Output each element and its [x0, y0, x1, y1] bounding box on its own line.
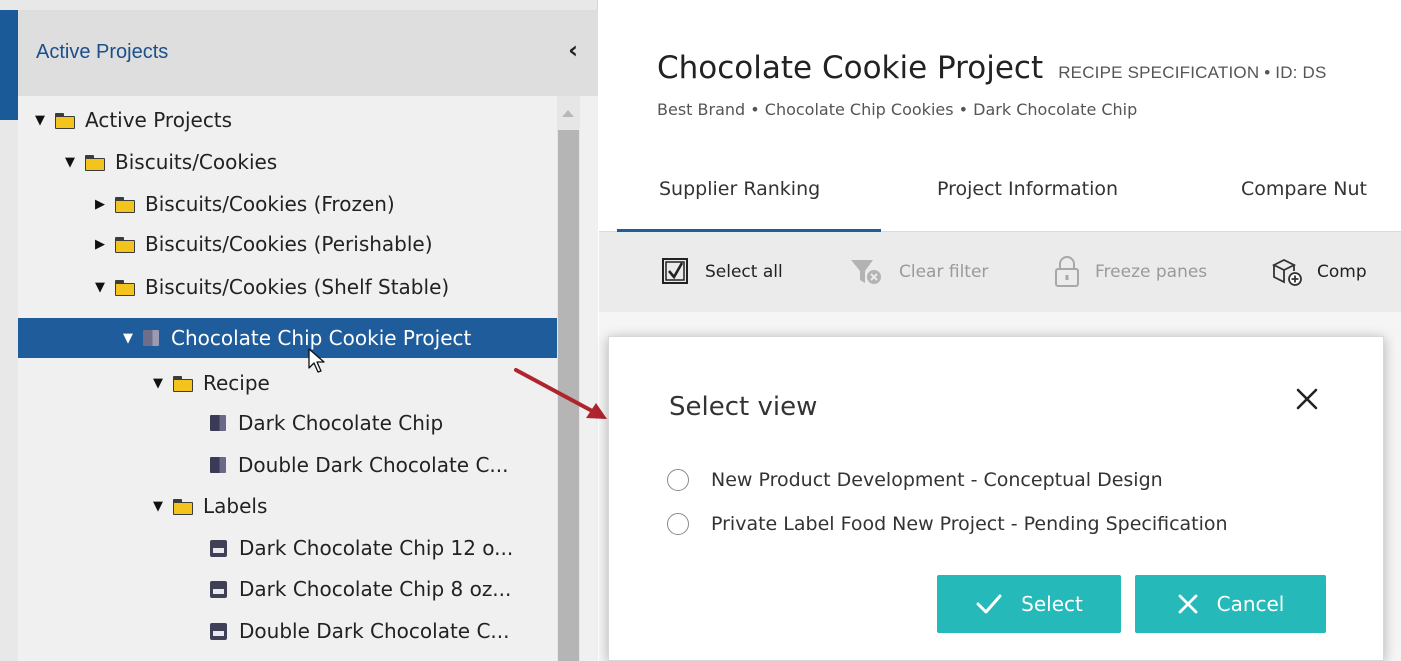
tree-node-label-8oz[interactable]: Dark Chocolate Chip 8 oz...: [210, 569, 511, 609]
tree-node-chocolate-chip-cookie-project[interactable]: ▼ Chocolate Chip Cookie Project: [18, 318, 557, 358]
radio-button[interactable]: [667, 469, 689, 491]
tree-node-label-12oz[interactable]: Dark Chocolate Chip 12 o...: [210, 528, 513, 568]
annotation-arrow-icon: [514, 368, 607, 419]
close-icon[interactable]: [1289, 381, 1325, 417]
tab-label: Compare Nut: [1241, 178, 1367, 200]
caret-down-icon[interactable]: ▼: [120, 330, 136, 346]
title-row: Chocolate Cookie Project RECIPE SPECIFIC…: [657, 50, 1327, 86]
label-icon: [210, 539, 227, 557]
tree-node-label: Double Dark Chocolate C...: [238, 453, 509, 477]
scroll-up-arrow-icon[interactable]: [562, 110, 574, 117]
select-all-label: Select all: [705, 262, 783, 282]
cancel-button-label: Cancel: [1216, 592, 1285, 616]
tree-node-label: Dark Chocolate Chip: [238, 411, 444, 435]
tree-node-label: Active Projects: [85, 108, 233, 132]
mouse-pointer-icon: [308, 348, 325, 373]
tab-label: Supplier Ranking: [659, 178, 821, 200]
tab-compare-nutrition[interactable]: Compare Nut: [1241, 168, 1367, 232]
folder-icon: [173, 375, 193, 392]
project-cube-icon: [143, 330, 159, 346]
caret-right-icon[interactable]: ▶: [92, 236, 108, 252]
radio-button[interactable]: [667, 513, 689, 535]
cancel-button[interactable]: Cancel: [1135, 575, 1326, 633]
checkbox-checked-icon: [662, 258, 688, 284]
clear-filter-icon: [851, 260, 881, 284]
select-button[interactable]: Select: [937, 575, 1121, 633]
folder-icon: [173, 498, 193, 515]
tree-node-label: Biscuits/Cookies (Perishable): [145, 232, 433, 256]
select-all-button[interactable]: Select all: [659, 256, 783, 288]
view-option-npd[interactable]: New Product Development - Conceptual Des…: [667, 469, 1163, 491]
view-option-private-label[interactable]: Private Label Food New Project - Pending…: [667, 513, 1228, 535]
folder-icon: [85, 154, 105, 171]
caret-down-icon[interactable]: ▼: [92, 279, 108, 295]
sidebar-header: Active Projects ‹: [18, 10, 598, 96]
tree-node-biscuits-frozen[interactable]: ▶ Biscuits/Cookies (Frozen): [92, 184, 395, 224]
toolbar: Select all Clear filter Freeze panes Com…: [599, 232, 1401, 312]
tree-node-label: Double Dark Chocolate C...: [239, 619, 510, 643]
tree-node-labels[interactable]: ▼ Labels: [150, 486, 267, 526]
select-button-label: Select: [1021, 592, 1083, 616]
tree-node-label: Biscuits/Cookies: [115, 150, 278, 174]
label-icon: [210, 622, 227, 640]
compare-boxes-icon: [1271, 258, 1302, 286]
compare-button[interactable]: Comp: [1271, 256, 1367, 288]
view-option-label: New Product Development - Conceptual Des…: [711, 469, 1163, 491]
freeze-panes-label: Freeze panes: [1095, 262, 1208, 282]
recipe-cube-icon: [210, 457, 226, 473]
clear-filter-label: Clear filter: [899, 262, 989, 282]
compare-label: Comp: [1317, 262, 1367, 282]
sidebar: Active Projects ‹ ▼ Active Projects ▼ Bi…: [0, 0, 598, 661]
tab-project-information[interactable]: Project Information: [937, 168, 1118, 232]
folder-icon: [115, 279, 135, 296]
tree-node-biscuits-shelf-stable[interactable]: ▼ Biscuits/Cookies (Shelf Stable): [92, 267, 449, 307]
tree-node-label: Labels: [203, 494, 268, 518]
dialog-title: Select view: [669, 392, 818, 422]
lock-icon: [1055, 256, 1079, 287]
tree-node-active-projects[interactable]: ▼ Active Projects: [32, 100, 232, 140]
sidebar-accent-bar: [0, 10, 18, 120]
select-view-dialog: Select view New Product Development - Co…: [608, 336, 1384, 661]
title-meta: RECIPE SPECIFICATION • ID: DS: [1058, 63, 1327, 82]
chevron-left-icon[interactable]: ‹: [568, 38, 578, 62]
sidebar-header-title: Active Projects: [36, 41, 169, 63]
tree-node-double-dark-chocolate[interactable]: Double Dark Chocolate C...: [210, 445, 509, 485]
tree-node-label: Dark Chocolate Chip 12 o...: [239, 536, 514, 560]
tree-node-label: Dark Chocolate Chip 8 oz...: [239, 577, 512, 601]
close-x-icon: [1178, 594, 1198, 614]
tree-node-label: Recipe: [203, 371, 270, 395]
breadcrumb: Best Brand • Chocolate Chip Cookies • Da…: [657, 100, 1138, 119]
folder-icon: [55, 112, 75, 129]
project-header: Chocolate Cookie Project RECIPE SPECIFIC…: [599, 0, 1401, 232]
checkmark-icon: [976, 594, 1002, 614]
label-icon: [210, 580, 227, 598]
tree-node-label: Chocolate Chip Cookie Project: [171, 326, 472, 350]
caret-down-icon[interactable]: ▼: [150, 498, 166, 514]
freeze-panes-button[interactable]: Freeze panes: [1053, 256, 1207, 288]
tree-node-dark-chocolate-chip[interactable]: Dark Chocolate Chip: [210, 403, 443, 443]
tree-node-label: Biscuits/Cookies (Frozen): [145, 192, 395, 216]
folder-icon: [115, 236, 135, 253]
caret-right-icon[interactable]: ▶: [92, 196, 108, 212]
clear-filter-button[interactable]: Clear filter: [849, 256, 988, 288]
caret-down-icon[interactable]: ▼: [150, 375, 166, 391]
tab-supplier-ranking[interactable]: Supplier Ranking: [617, 168, 881, 232]
tab-label: Project Information: [937, 178, 1119, 200]
page-title: Chocolate Cookie Project: [657, 50, 1044, 86]
recipe-cube-icon: [210, 415, 226, 431]
view-option-label: Private Label Food New Project - Pending…: [711, 513, 1228, 535]
tree-node-biscuits-cookies[interactable]: ▼ Biscuits/Cookies: [62, 142, 277, 182]
tree-node-biscuits-perishable[interactable]: ▶ Biscuits/Cookies (Perishable): [92, 224, 433, 264]
caret-down-icon[interactable]: ▼: [62, 154, 78, 170]
tree-node-label-double-dark[interactable]: Double Dark Chocolate C...: [210, 611, 510, 651]
tree-node-recipe[interactable]: ▼ Recipe: [150, 363, 270, 403]
tree-node-label: Biscuits/Cookies (Shelf Stable): [145, 275, 450, 299]
folder-icon: [115, 196, 135, 213]
caret-down-icon[interactable]: ▼: [32, 112, 48, 128]
